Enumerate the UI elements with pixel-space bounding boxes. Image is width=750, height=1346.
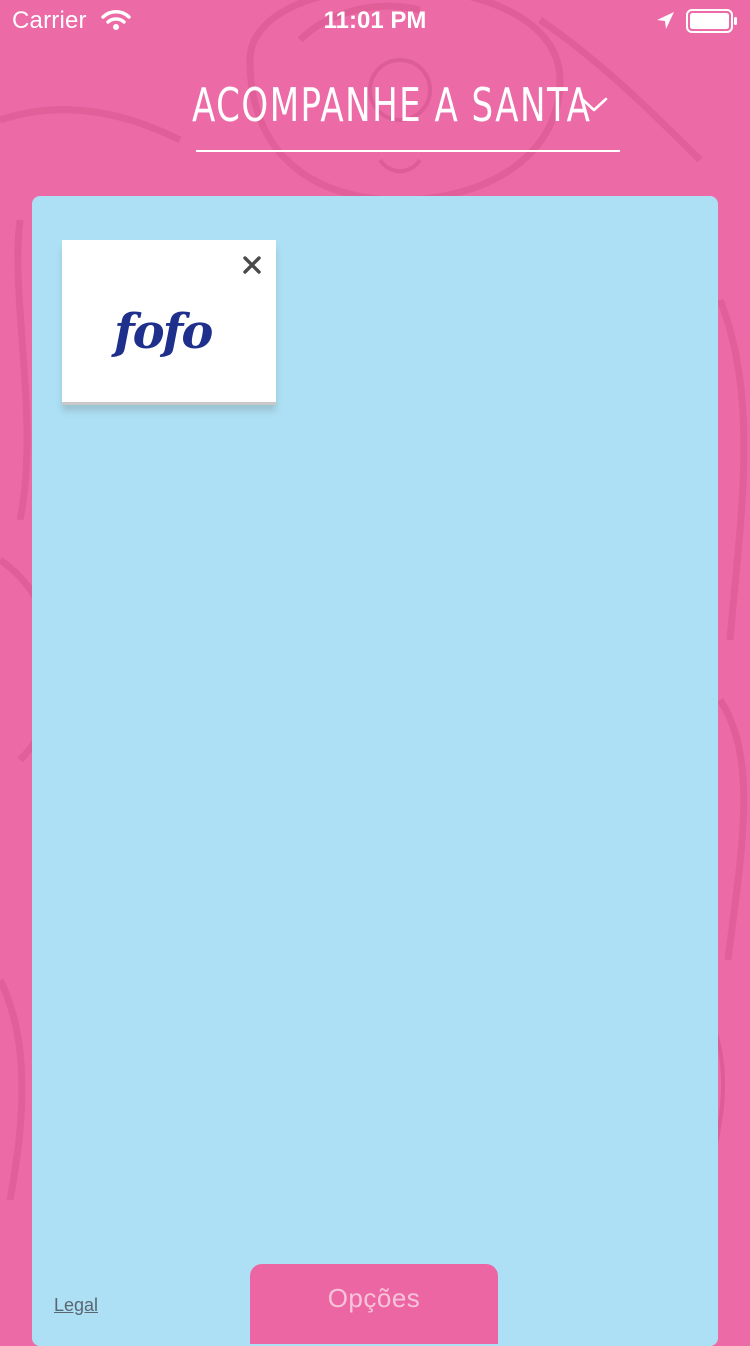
title-dropdown[interactable]: ACOMPANHE A SANTA bbox=[192, 70, 732, 140]
clock: 11:01 PM bbox=[323, 7, 427, 34]
title-underline bbox=[196, 150, 620, 152]
page-title: ACOMPANHE A SANTA bbox=[192, 78, 592, 132]
battery-icon bbox=[686, 9, 737, 33]
legal-link[interactable]: Legal bbox=[54, 1295, 98, 1316]
options-button[interactable]: Opções bbox=[250, 1264, 498, 1344]
chevron-down-icon[interactable] bbox=[580, 97, 608, 113]
fofo-logo: fofo bbox=[111, 304, 214, 360]
header: ACOMPANHE A SANTA bbox=[0, 60, 750, 160]
location-arrow-icon bbox=[657, 12, 674, 29]
close-icon[interactable] bbox=[242, 255, 262, 275]
svg-text:fofo: fofo bbox=[111, 304, 212, 360]
status-bar: Carrier 11:01 PM bbox=[0, 0, 750, 40]
